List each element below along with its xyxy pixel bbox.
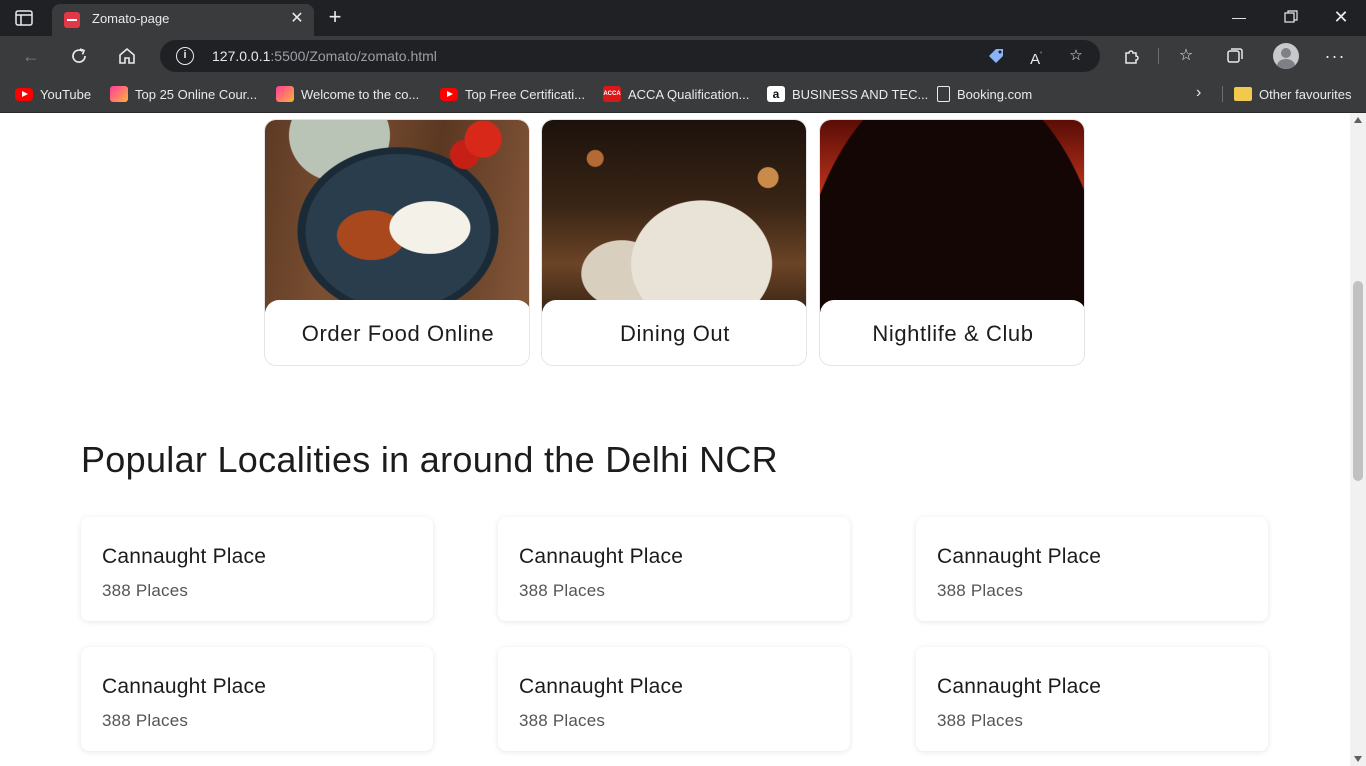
gradient-site-icon	[110, 86, 128, 102]
scroll-down-arrow-icon[interactable]	[1354, 756, 1362, 762]
amazon-icon: a	[767, 86, 785, 102]
profile-avatar[interactable]	[1273, 43, 1299, 69]
locality-count: 388 Places	[519, 581, 606, 600]
scroll-up-arrow-icon[interactable]	[1354, 117, 1362, 123]
bookmark-business-and-tech[interactable]: a BUSINESS AND TEC...	[767, 85, 928, 103]
read-aloud-icon[interactable]: Aʼ	[1026, 46, 1046, 68]
locality-card[interactable]: Cannaught Place 388 Places	[498, 517, 850, 621]
collections-icon[interactable]	[1224, 45, 1246, 67]
youtube-icon	[440, 87, 458, 101]
tab-bar: Zomato-page ✕ + — ✕	[0, 0, 1366, 36]
bookmark-top-25-online-courses[interactable]: Top 25 Online Cour...	[110, 85, 257, 103]
card-order-food-online[interactable]: Order Food Online	[264, 119, 530, 366]
browser-toolbar: ← i 127.0.0.1:5500/Zomato/zomato.html Aʼ…	[0, 36, 1366, 76]
nightlife-image	[820, 120, 1084, 312]
add-favourite-icon[interactable]: ☆	[1066, 46, 1086, 66]
bookmark-label: Booking.com	[957, 86, 1033, 102]
card-label: Nightlife & Club	[820, 300, 1084, 365]
locality-count: 388 Places	[937, 581, 1024, 600]
site-info-icon[interactable]: i	[176, 47, 194, 65]
favourites-icon[interactable]: ☆	[1175, 45, 1197, 67]
favourites-bar: YouTube Top 25 Online Cour... Welcome to…	[0, 76, 1366, 113]
close-tab-icon[interactable]: ✕	[288, 10, 306, 28]
bookmark-label: Other favourites	[1259, 86, 1352, 102]
bookmark-top-free-certifications[interactable]: Top Free Certificati...	[440, 85, 585, 103]
locality-card[interactable]: Cannaught Place 388 Places	[916, 517, 1268, 621]
page-scrollbar[interactable]	[1350, 113, 1366, 766]
locality-card[interactable]: Cannaught Place 388 Places	[81, 647, 433, 751]
locality-card[interactable]: Cannaught Place 388 Places	[81, 517, 433, 621]
locality-card[interactable]: Cannaught Place 388 Places	[498, 647, 850, 751]
chevron-right-icon[interactable]: ›	[1196, 84, 1201, 102]
card-dining-out[interactable]: Dining Out	[541, 119, 807, 366]
locality-count: 388 Places	[102, 711, 189, 730]
bookmark-label: Top Free Certificati...	[465, 86, 585, 102]
card-nightlife-club[interactable]: Nightlife & Club	[819, 119, 1085, 366]
card-label: Dining Out	[542, 300, 806, 365]
new-tab-icon[interactable]: +	[324, 6, 346, 28]
tab-zomato-page[interactable]: Zomato-page ✕	[52, 4, 314, 36]
bookmark-acca[interactable]: ACCA ACCA Qualification...	[603, 85, 749, 103]
locality-name: Cannaught Place	[102, 545, 267, 568]
locality-count: 388 Places	[937, 711, 1024, 730]
more-options-icon[interactable]: ···	[1324, 45, 1346, 67]
bookmark-label: ACCA Qualification...	[628, 86, 750, 102]
section-title: Popular Localities in around the Delhi N…	[81, 439, 778, 480]
scroll-thumb[interactable]	[1353, 281, 1363, 481]
dining-out-image	[542, 120, 806, 312]
bookmark-label: Top 25 Online Cour...	[135, 86, 258, 102]
locality-card[interactable]: Cannaught Place 388 Places	[916, 647, 1268, 751]
page-viewport: Order Food Online Dining Out Nightlife &…	[0, 113, 1366, 766]
locality-name: Cannaught Place	[519, 545, 684, 568]
acca-icon: ACCA	[603, 86, 621, 102]
minimize-icon[interactable]: —	[1228, 6, 1250, 28]
locality-name: Cannaught Place	[937, 545, 1102, 568]
toolbar-separator	[1158, 48, 1159, 64]
youtube-icon	[15, 87, 33, 101]
url-text[interactable]: 127.0.0.1:5500/Zomato/zomato.html	[212, 48, 437, 64]
extensions-icon[interactable]	[1121, 45, 1143, 67]
gradient-site-icon	[276, 86, 294, 102]
locality-name: Cannaught Place	[519, 675, 684, 698]
bookmark-label: Welcome to the co...	[301, 86, 420, 102]
restore-icon[interactable]	[1280, 6, 1302, 28]
bookmark-separator	[1222, 86, 1223, 102]
tab-title: Zomato-page	[92, 11, 170, 26]
price-tag-icon[interactable]	[986, 46, 1006, 66]
locality-name: Cannaught Place	[102, 675, 267, 698]
bookmark-label: YouTube	[40, 86, 92, 102]
order-food-image	[265, 120, 529, 312]
locality-count: 388 Places	[519, 711, 606, 730]
bookmark-youtube[interactable]: YouTube	[15, 85, 91, 103]
tab-actions-icon[interactable]	[14, 8, 34, 28]
back-arrow-icon[interactable]: ←	[20, 45, 42, 67]
home-icon[interactable]	[116, 45, 138, 67]
bookmark-label: BUSINESS AND TEC...	[792, 86, 929, 102]
card-label: Order Food Online	[265, 300, 529, 365]
bookmark-welcome[interactable]: Welcome to the co...	[276, 85, 419, 103]
locality-name: Cannaught Place	[937, 675, 1102, 698]
bookmark-booking[interactable]: Booking.com	[937, 85, 1032, 103]
refresh-icon[interactable]	[68, 45, 90, 67]
other-favourites-folder[interactable]: Other favourites	[1234, 85, 1352, 103]
page-icon	[937, 86, 950, 102]
close-window-icon[interactable]: ✕	[1330, 6, 1352, 28]
locality-count: 388 Places	[102, 581, 189, 600]
address-bar[interactable]: i 127.0.0.1:5500/Zomato/zomato.html Aʼ ☆	[160, 40, 1100, 72]
zomato-favicon-icon	[64, 12, 80, 28]
folder-icon	[1234, 87, 1252, 101]
